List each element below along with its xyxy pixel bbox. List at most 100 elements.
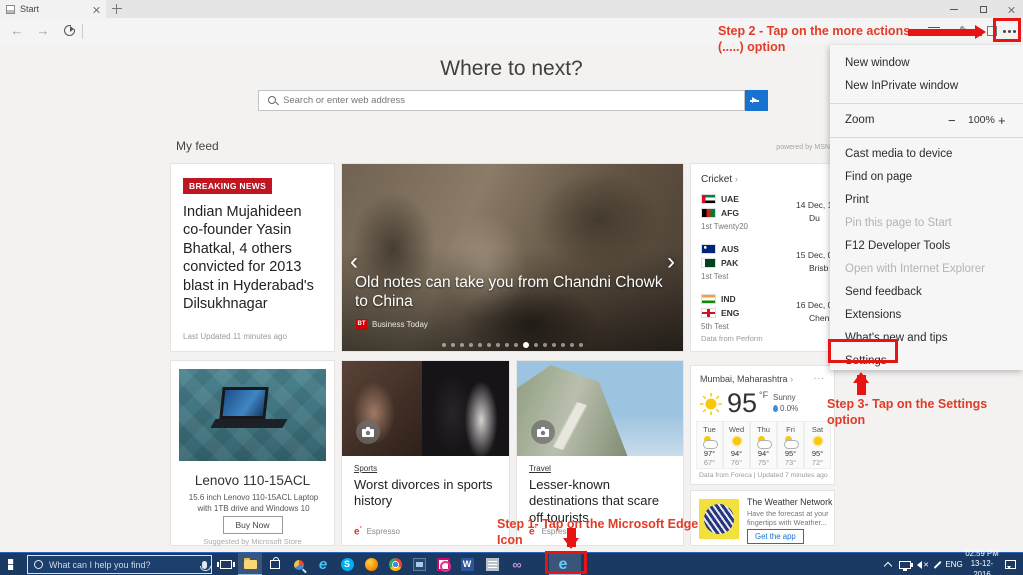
- search-app-button[interactable]: [287, 553, 311, 575]
- zoom-in-button[interactable]: +: [998, 109, 1006, 132]
- close-tab-icon[interactable]: [93, 6, 100, 13]
- back-button[interactable]: ←: [6, 21, 28, 41]
- pen-settings-button[interactable]: [930, 553, 944, 575]
- minimize-button[interactable]: [939, 0, 968, 18]
- carousel-dot[interactable]: [487, 342, 491, 347]
- business-today-logo-icon: BT: [356, 319, 367, 330]
- start-button[interactable]: [8, 559, 14, 570]
- visual-studio-button[interactable]: ∞: [505, 553, 529, 575]
- carousel-dot[interactable]: [478, 342, 482, 347]
- search-box[interactable]: [258, 90, 745, 111]
- weather-attribution: Data from Foreca | Updated 7 minutes ago: [699, 472, 828, 479]
- cricket-match-row[interactable]: UAE AFG 1st Twenty20 14 Dec, 14 Du: [701, 192, 851, 231]
- weather-icon: [702, 436, 718, 449]
- skype-button[interactable]: S: [335, 553, 359, 575]
- clock[interactable]: 02:59 PM 13-12-2016: [963, 549, 1001, 575]
- action-center-button[interactable]: [1001, 553, 1019, 575]
- language-indicator[interactable]: ENG: [945, 553, 963, 575]
- volume-button[interactable]: ✕: [910, 553, 929, 575]
- tab-start[interactable]: Start: [0, 0, 106, 18]
- new-tab-button[interactable]: [112, 4, 122, 14]
- firefox-button[interactable]: [359, 553, 383, 575]
- category-link-sports[interactable]: Sports: [354, 464, 377, 473]
- carousel-dot[interactable]: [579, 342, 583, 347]
- refresh-button[interactable]: [56, 21, 82, 42]
- carousel-dot[interactable]: [505, 342, 509, 347]
- menu-item-print[interactable]: Print: [830, 189, 1023, 212]
- internet-explorer-button[interactable]: e: [311, 553, 335, 575]
- weather-more-options[interactable]: ...: [814, 371, 825, 382]
- travel-article-image: [517, 361, 683, 456]
- tray-expand-button[interactable]: [881, 553, 895, 575]
- lenovo-product-title: Lenovo 110-15ACL: [194, 473, 311, 488]
- cortana-search-input[interactable]: [49, 559, 202, 570]
- breaking-news-card[interactable]: BREAKING NEWS Indian Mujahideen co-found…: [170, 163, 335, 352]
- powered-by-msn-label: powered by MSN: [776, 144, 830, 151]
- menu-item-find-on-page[interactable]: Find on page: [830, 166, 1023, 189]
- carousel-next-button[interactable]: ›: [667, 248, 675, 276]
- microphone-icon[interactable]: [200, 560, 211, 571]
- weather-network-text: Have the forecast at your fingertips wit…: [747, 509, 829, 528]
- zoom-out-button[interactable]: −: [948, 109, 956, 132]
- carousel-dot[interactable]: [570, 342, 574, 347]
- file-explorer-button[interactable]: [238, 553, 262, 575]
- search-input[interactable]: [283, 91, 738, 110]
- sun-icon: [699, 392, 723, 421]
- forward-button[interactable]: →: [32, 21, 54, 41]
- menu-item-new-inprivate-window[interactable]: New InPrivate window: [830, 75, 1023, 98]
- sports-headline[interactable]: Worst divorces in sports history: [354, 477, 499, 510]
- carousel-dot[interactable]: [442, 342, 446, 347]
- buy-now-button[interactable]: Buy Now: [222, 516, 283, 534]
- cortana-search-box[interactable]: [27, 555, 212, 574]
- menu-item-cast-media[interactable]: Cast media to device: [830, 143, 1023, 166]
- chrome-button[interactable]: [383, 553, 407, 575]
- weather-location-link[interactable]: Mumbai, Maharashtra ›: [700, 374, 793, 384]
- maximize-button[interactable]: [969, 0, 998, 18]
- team-name: AUS: [721, 244, 739, 254]
- team-name: ENG: [721, 308, 740, 318]
- pen-icon: [933, 560, 941, 569]
- grey-app-button[interactable]: [480, 553, 504, 575]
- carousel-dot[interactable]: [561, 342, 565, 347]
- sports-article-card[interactable]: Sports Worst divorces in sports history …: [341, 360, 510, 546]
- carousel-dot[interactable]: [460, 342, 464, 347]
- category-link-travel[interactable]: Travel: [529, 464, 551, 473]
- folder-icon: [243, 558, 257, 569]
- get-the-app-button[interactable]: Get the app: [747, 529, 804, 544]
- carousel-dot[interactable]: [496, 342, 500, 347]
- task-view-button[interactable]: [214, 553, 238, 575]
- store-button[interactable]: [263, 553, 287, 575]
- menu-item-open-with-ie: Open with Internet Explorer: [845, 263, 985, 275]
- close-window-button[interactable]: [999, 0, 1023, 18]
- menu-item-f12-developer-tools[interactable]: F12 Developer Tools: [830, 235, 1023, 258]
- menu-item-new-window[interactable]: New window: [830, 52, 1023, 75]
- dark-app-button[interactable]: [407, 553, 431, 575]
- weather-card[interactable]: Mumbai, Maharashtra › ... 95 °F Sunny 0.…: [690, 365, 835, 485]
- carousel-dot[interactable]: [514, 342, 518, 347]
- india-flag-icon: [701, 294, 716, 304]
- match-stage: 1st Twenty20: [701, 222, 748, 231]
- step3-highlight-box: [828, 339, 898, 363]
- menu-item-extensions[interactable]: Extensions: [830, 304, 1023, 327]
- pink-app-button[interactable]: [431, 553, 455, 575]
- australia-flag-icon: [701, 244, 716, 254]
- carousel-dot[interactable]: [523, 341, 529, 348]
- cricket-card-title[interactable]: Cricket ›: [701, 174, 849, 185]
- carousel-dot[interactable]: [552, 342, 556, 347]
- carousel-prev-button[interactable]: ‹: [350, 248, 358, 276]
- menu-item-send-feedback[interactable]: Send feedback: [830, 281, 1023, 304]
- lenovo-ad-card[interactable]: Lenovo 110-15ACL 15.6 inch Lenovo 110-15…: [170, 360, 335, 546]
- cortana-icon: [34, 560, 43, 569]
- cricket-match-row[interactable]: AUS PAK 1st Test 15 Dec, 08 Brisb: [701, 242, 851, 281]
- go-button[interactable]: [745, 90, 768, 111]
- carousel-dot[interactable]: [534, 342, 538, 347]
- carousel-dot[interactable]: [451, 342, 455, 347]
- breaking-news-headline[interactable]: Indian Mujahideen co-founder Yasin Bhatk…: [183, 203, 322, 313]
- carousel-dot[interactable]: [543, 342, 547, 347]
- edge-browser-window: Start ← → ✎ Where to next? My feed power…: [0, 0, 1023, 575]
- word-button[interactable]: W: [455, 553, 479, 575]
- hero-carousel-card[interactable]: ‹ › Old notes can take you from Chandni …: [341, 163, 684, 352]
- cricket-match-row[interactable]: IND ENG 5th Test 16 Dec, 09 Chen: [701, 292, 851, 331]
- hero-headline[interactable]: Old notes can take you from Chandni Chow…: [355, 274, 675, 311]
- carousel-dot[interactable]: [469, 342, 473, 347]
